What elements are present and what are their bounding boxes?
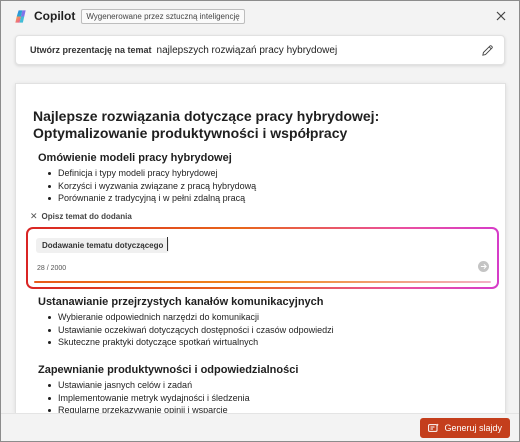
list-item: Regularne przekazywanie opinii i wsparci… — [48, 404, 250, 413]
list-item: Skuteczne praktyki dotyczące spotkań wir… — [48, 336, 334, 349]
close-button[interactable] — [493, 8, 509, 24]
character-count: 28 / 2000 — [37, 265, 67, 272]
section-bullets: Wybieranie odpowiednich narzędzi do komu… — [48, 311, 334, 349]
topic-bar: Utwórz prezentację na temat najlepszych … — [15, 35, 505, 65]
section-bullets: Ustawianie jasnych celów i zadań Impleme… — [48, 379, 250, 413]
text-caret — [167, 237, 168, 251]
topic-prompt-chip: Dodawanie tematu dotyczącego — [36, 238, 170, 253]
close-icon — [496, 11, 506, 21]
describe-topic-label: Opisz temat do dodania — [41, 212, 132, 221]
send-button[interactable] — [478, 261, 489, 272]
footer-bar: Generuj slajdy — [1, 413, 519, 441]
section-heading: Zapewnianie produktywności i odpowiedzia… — [38, 364, 299, 376]
list-item: Ustawianie jasnych celów i zadań — [48, 379, 250, 392]
ai-generated-badge: Wygenerowane przez sztuczną inteligencję — [81, 8, 245, 24]
add-topic-input[interactable]: Dodawanie tematu dotyczącego 28 / 2000 — [28, 229, 497, 287]
section-bullets: Definicja i typy modeli pracy hybrydowej… — [48, 167, 256, 205]
section-heading: Ustanawianie przejrzystych kanałów komun… — [38, 296, 324, 308]
add-topic-frame: Dodawanie tematu dotyczącego 28 / 2000 — [26, 227, 499, 289]
document-title: Najlepsze rozwiązania dotyczące pracy hy… — [33, 108, 380, 141]
list-item: Implementowanie metryk wydajności i śled… — [48, 392, 250, 405]
list-item: Porównanie z tradycyjną i w pełni zdalną… — [48, 192, 256, 205]
describe-topic-toggle[interactable]: ✕ Opisz temat do dodania — [30, 211, 132, 222]
topic-text: najlepszych rozwiązań pracy hybrydowej — [156, 44, 338, 56]
pencil-icon[interactable] — [481, 44, 494, 57]
arrow-right-icon — [480, 263, 487, 270]
slides-icon — [428, 423, 440, 432]
section-heading: Omówienie modeli pracy hybrydowej — [38, 152, 232, 164]
close-icon: ✕ — [30, 211, 38, 221]
generate-slides-label: Generuj slajdy — [444, 423, 502, 433]
copilot-dialog: Copilot Wygenerowane przez sztuczną inte… — [0, 0, 520, 442]
input-underline — [34, 281, 491, 283]
topic-label: Utwórz prezentację na temat — [30, 45, 152, 55]
generate-slides-button[interactable]: Generuj slajdy — [420, 418, 510, 438]
title-bar: Copilot Wygenerowane przez sztuczną inte… — [1, 1, 519, 31]
list-item: Definicja i typy modeli pracy hybrydowej — [48, 167, 256, 180]
app-title: Copilot — [34, 9, 76, 23]
copilot-logo-icon — [15, 9, 26, 23]
list-item: Wybieranie odpowiednich narzędzi do komu… — [48, 311, 334, 324]
list-item: Ustawianie oczekiwań dotyczących dostępn… — [48, 324, 334, 337]
outline-document: Najlepsze rozwiązania dotyczące pracy hy… — [15, 83, 506, 413]
list-item: Korzyści i wyzwania związane z pracą hyb… — [48, 180, 256, 193]
